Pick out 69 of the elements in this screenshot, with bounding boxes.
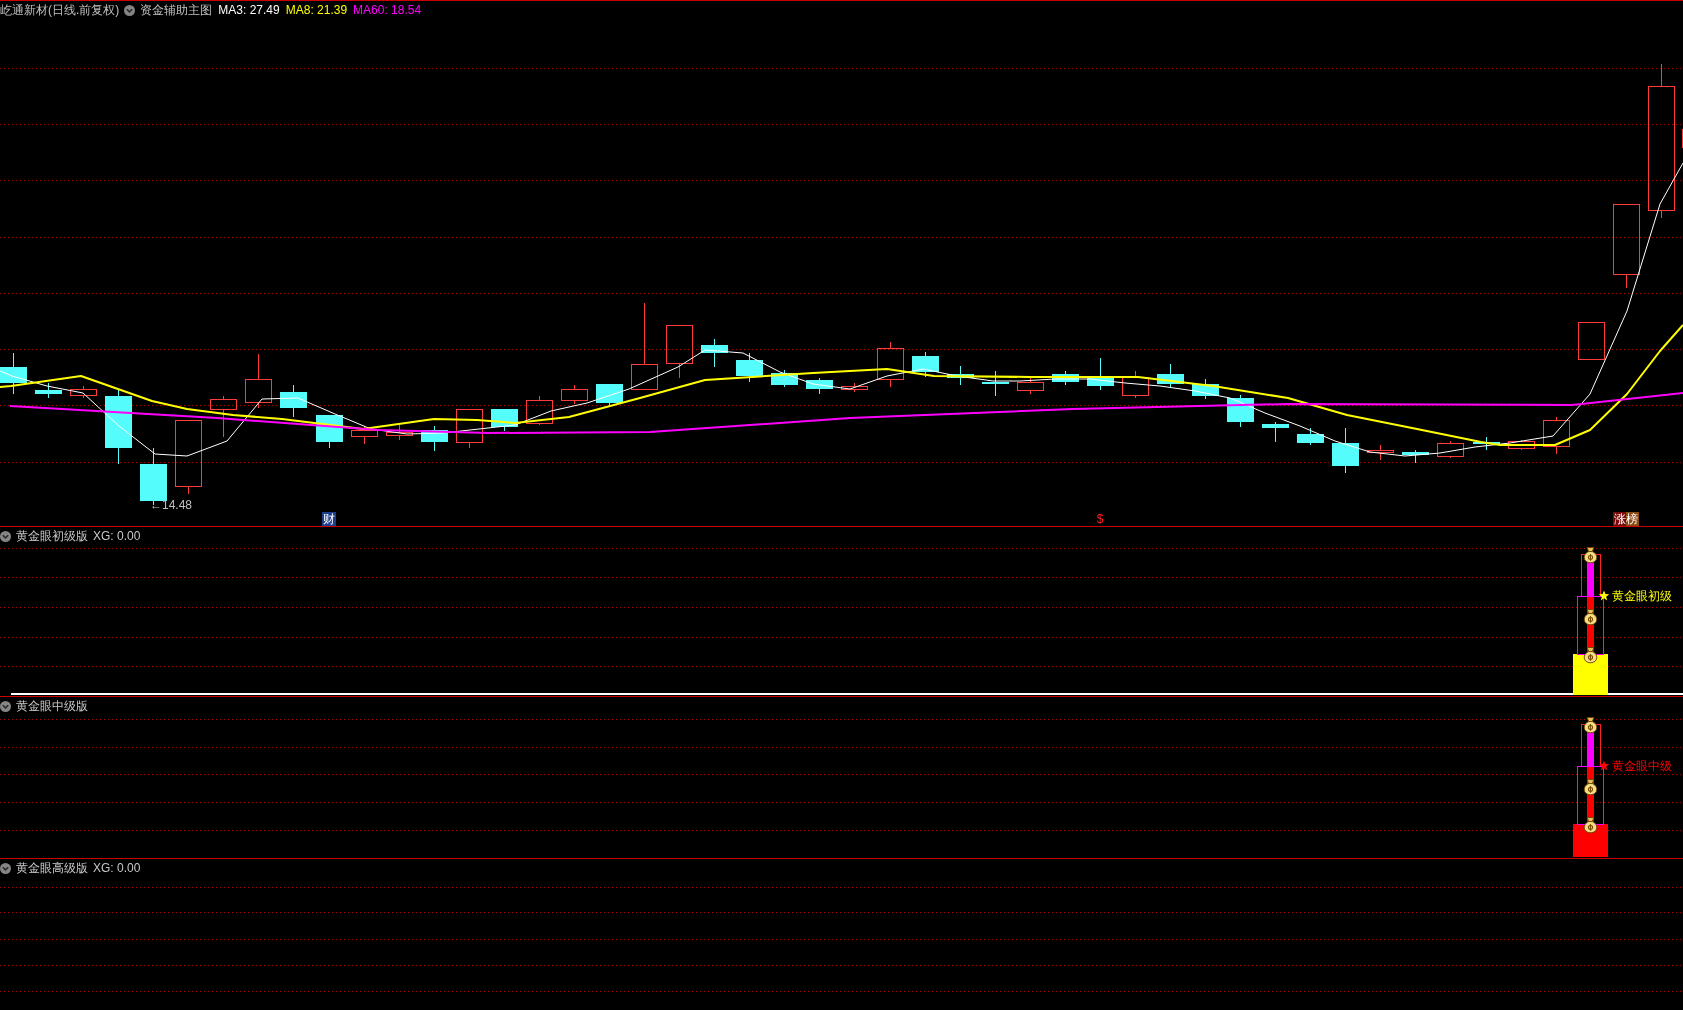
candlestick: [982, 370, 1009, 397]
candlestick: [245, 353, 272, 409]
ranking-marker[interactable]: 涨榜: [1613, 512, 1639, 526]
candlestick: [1122, 370, 1149, 399]
candlestick: [701, 338, 728, 368]
candlestick: [912, 351, 939, 378]
money-bag-icon: [1583, 717, 1598, 734]
candlestick: [736, 352, 763, 383]
star-icon: [1598, 760, 1610, 771]
panel-title: 黄金眼高级版: [16, 861, 88, 875]
candlestick: [1332, 427, 1359, 474]
candlestick: [351, 425, 378, 445]
candlestick: [841, 382, 868, 393]
candlestick: [210, 395, 237, 438]
moving-average-value: MA60: 18.54: [353, 3, 422, 17]
candlestick: [1543, 416, 1570, 455]
candlestick: [561, 384, 588, 405]
stock-title: 屹通新材(日线.前复权): [0, 3, 120, 17]
chevron-down-icon[interactable]: [0, 700, 11, 712]
candlestick: [877, 341, 904, 388]
moving-average-value: MA3: 27.49: [218, 3, 280, 17]
signal-frame: [1577, 766, 1604, 825]
indicator-value: XG: 0.00: [93, 861, 141, 875]
candlestick: [421, 425, 448, 452]
signal-label: 黄金眼初级: [1612, 589, 1672, 603]
candlestick: [1367, 444, 1394, 461]
candlestick: [280, 384, 307, 418]
indicator-name: 资金辅助主图: [140, 3, 213, 17]
candlestick: [1508, 439, 1535, 451]
moving-average-value: MA8: 21.39: [285, 3, 348, 17]
finance-marker[interactable]: 财: [322, 512, 336, 526]
candlestick: [1682, 129, 1683, 148]
candlestick: [771, 369, 798, 388]
panel-title: 黄金眼中级版: [16, 699, 88, 713]
chevron-down-icon[interactable]: [0, 530, 11, 542]
candlestick: [947, 365, 974, 386]
candlestick: [1437, 440, 1464, 459]
candlestick: [70, 385, 97, 399]
money-bag-icon: [1583, 547, 1598, 564]
signal-label: 黄金眼中级: [1612, 759, 1672, 773]
candlestick: [35, 382, 62, 399]
candlestick: [0, 352, 27, 395]
candlestick: [806, 377, 833, 395]
chevron-down-icon[interactable]: [124, 4, 136, 16]
candlestick: [1157, 363, 1184, 388]
candlestick: [1052, 370, 1079, 386]
low-price-label: ←14.48: [150, 498, 193, 512]
candlestick: [1017, 376, 1044, 395]
money-bag-icon: [1583, 609, 1598, 626]
indicator-value: XG: 0.00: [93, 529, 141, 543]
money-bag-icon: [1583, 817, 1598, 834]
candlestick: [526, 395, 553, 426]
panel-title: 黄金眼初级版: [16, 529, 88, 543]
candlestick: [1087, 357, 1114, 391]
candlestick: [1578, 322, 1605, 360]
chevron-down-icon[interactable]: [0, 862, 11, 874]
candlestick: [1402, 449, 1429, 464]
star-icon: [1598, 590, 1610, 601]
candlestick: [456, 409, 483, 449]
signal-frame: [1577, 596, 1604, 655]
candlestick: [1297, 427, 1324, 446]
money-bag-icon: [1583, 647, 1598, 664]
candlestick: [386, 423, 413, 441]
candlestick: [1473, 436, 1500, 451]
candlestick: [1192, 378, 1219, 400]
candlestick: [1262, 421, 1289, 443]
dividend-marker[interactable]: $: [1095, 512, 1105, 526]
money-bag-icon: [1583, 779, 1598, 796]
candlestick: [666, 325, 693, 379]
